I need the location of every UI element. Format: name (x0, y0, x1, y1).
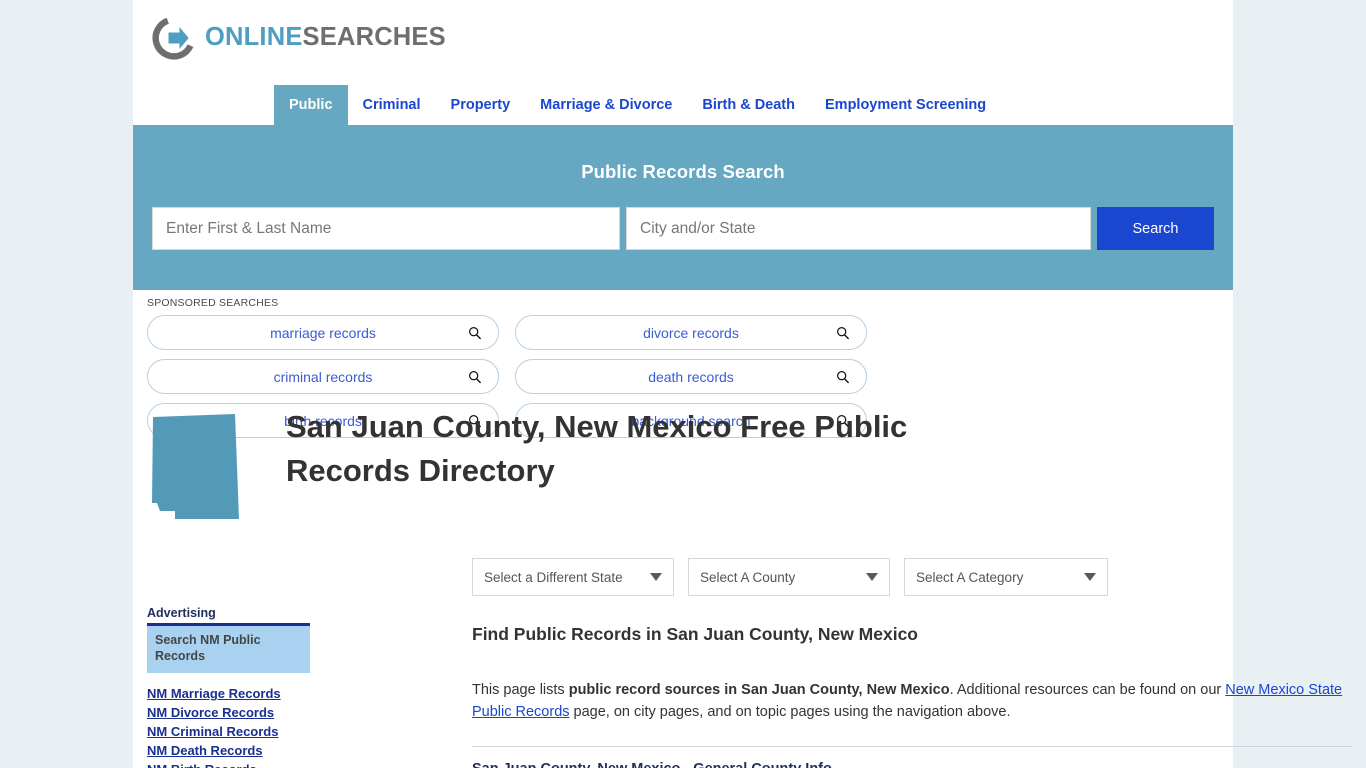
sponsored-pill-criminal-records[interactable]: criminal records (147, 359, 499, 394)
chevron-down-icon (866, 573, 878, 581)
site-logo[interactable]: ONLINESEARCHES (152, 16, 446, 60)
page-title: San Juan County, New Mexico Free Public … (286, 409, 908, 489)
county-select-value: Select A County (700, 569, 796, 585)
intro-text-part2: . Additional resources can be found on o… (949, 682, 1226, 698)
sponsored-pill-label: criminal records (273, 368, 373, 385)
chevron-down-icon (1084, 573, 1096, 581)
main-navigation: Public Criminal Property Marriage & Divo… (133, 85, 1233, 125)
filter-select-row: Select a Different State Select A County… (472, 558, 1108, 596)
section-heading: Find Public Records in San Juan County, … (472, 624, 918, 644)
sponsored-pill-divorce-records[interactable]: divorce records (515, 315, 867, 350)
category-select-value: Select A Category (916, 569, 1024, 585)
sidebar-link-nm-death-records[interactable]: NM Death Records (147, 743, 310, 758)
city-state-search-input[interactable] (626, 207, 1091, 250)
intro-paragraph: This page lists public record sources in… (472, 679, 1352, 724)
state-select-value: Select a Different State (484, 569, 623, 585)
sidebar-link-nm-divorce-records[interactable]: NM Divorce Records (147, 705, 310, 720)
search-icon (469, 370, 482, 383)
chevron-down-icon (650, 573, 662, 581)
county-select[interactable]: Select A County (688, 558, 890, 596)
left-sidebar: Advertising Search NM Public Records NM … (147, 606, 310, 768)
search-icon (837, 326, 850, 339)
state-select[interactable]: Select a Different State (472, 558, 674, 596)
search-form: Search (152, 207, 1214, 250)
sponsored-pill-label: marriage records (270, 324, 376, 341)
site-header: ONLINESEARCHES (133, 0, 1233, 84)
sidebar-link-nm-marriage-records[interactable]: NM Marriage Records (147, 686, 310, 701)
intro-text-part1: This page lists (472, 682, 569, 698)
nav-tab-birth-death[interactable]: Birth & Death (687, 85, 810, 125)
search-icon (837, 370, 850, 383)
general-county-info-heading: San Juan County, New Mexico - General Co… (472, 761, 1352, 768)
logo-searches-text: SEARCHES (302, 23, 446, 52)
sponsored-pill-death-records[interactable]: death records (515, 359, 867, 394)
sponsored-pill-label: death records (648, 368, 734, 385)
public-records-search-panel: Public Records Search Search (133, 125, 1233, 290)
logo-online-text: ONLINE (205, 23, 303, 52)
page-title-row: San Juan County, New Mexico Free Public … (133, 405, 1233, 526)
sidebar-link-nm-criminal-records[interactable]: NM Criminal Records (147, 724, 310, 739)
category-select[interactable]: Select A Category (904, 558, 1108, 596)
circle-arrow-logo-icon (152, 17, 194, 60)
nav-tab-property[interactable]: Property (436, 85, 526, 125)
search-panel-title: Public Records Search (581, 161, 785, 182)
nav-tab-criminal[interactable]: Criminal (348, 85, 436, 125)
nav-tab-employment-screening[interactable]: Employment Screening (810, 85, 1001, 125)
site-container: ONLINESEARCHES Public Criminal Property … (133, 0, 1352, 768)
name-search-input[interactable] (152, 207, 620, 250)
sidebar-link-nm-birth-records[interactable]: NM Birth Records (147, 762, 310, 768)
search-icon (469, 326, 482, 339)
nav-tab-marriage-divorce[interactable]: Marriage & Divorce (525, 85, 687, 125)
intro-bold-text: public record sources in San Juan County… (568, 682, 950, 698)
advertising-label: Advertising (147, 606, 310, 626)
sponsored-pill-marriage-records[interactable]: marriage records (147, 315, 499, 350)
sidebar-links: NM Marriage Records NM Divorce Records N… (147, 686, 310, 768)
intro-text-part3: page, on city pages, and on topic pages … (569, 704, 1011, 721)
content-divider (472, 745, 1352, 747)
new-mexico-state-map-icon (152, 414, 239, 519)
main-content-column: Find Public Records in San Juan County, … (472, 624, 1352, 768)
sponsored-pill-label: divorce records (643, 324, 739, 341)
sponsored-searches-label: SPONSORED SEARCHES (147, 297, 279, 309)
advertising-box[interactable]: Search NM Public Records (147, 626, 310, 674)
logo-wordmark: ONLINESEARCHES (205, 25, 446, 51)
nav-tab-public[interactable]: Public (274, 85, 348, 125)
search-submit-button[interactable]: Search (1097, 207, 1214, 250)
page-background: ONLINESEARCHES Public Criminal Property … (0, 0, 1366, 768)
